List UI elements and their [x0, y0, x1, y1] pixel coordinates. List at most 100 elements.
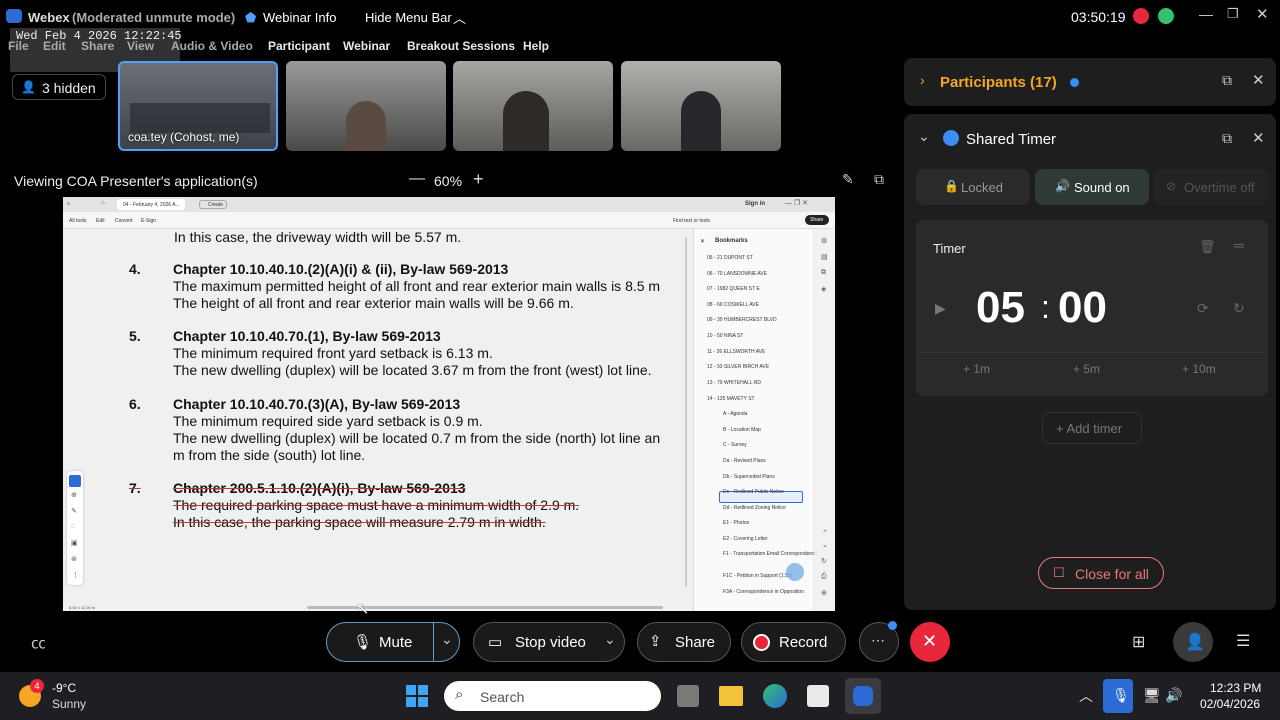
network-stats-icon[interactable] [1158, 8, 1174, 24]
chevron-down-icon[interactable]: ⌄ [604, 631, 616, 648]
sign-in-link[interactable]: Sign in [745, 201, 765, 207]
task-view-icon[interactable] [677, 685, 699, 707]
tool-esign[interactable]: E-Sign [141, 218, 156, 224]
add-5m-button[interactable]: + 5m [1073, 362, 1100, 376]
bookmark-item[interactable]: 06 - 70 LANSDOWNE AVE [707, 271, 767, 277]
restore-icon[interactable]: ❐ [1227, 6, 1239, 22]
pages-icon[interactable]: ⧉ [821, 269, 826, 277]
bookmark-item[interactable]: Dc - Redlined Public Notice [723, 489, 784, 495]
menu-view[interactable]: View [127, 39, 154, 53]
bookmark-item[interactable]: 12 - 93 SILVER BIRCH AVE [707, 364, 769, 370]
bookmark-item[interactable]: C - Survey [723, 442, 747, 448]
minimize-icon[interactable]: — [1199, 6, 1213, 22]
bookmark-item[interactable]: 14 - 135 MAVETY ST [707, 396, 755, 402]
play-icon[interactable]: ▶ [935, 300, 946, 317]
mute-button[interactable]: 🎙 Mute ⌄ [326, 622, 460, 662]
zoom-tool-icon[interactable]: ⊕ [71, 491, 77, 499]
settings-icon[interactable]: ⚙ [821, 237, 827, 245]
file-explorer-icon[interactable] [719, 686, 743, 706]
more-tools-icon[interactable]: ⋮ [72, 571, 79, 579]
bookmark-item[interactable]: E1 - Photos [723, 520, 749, 526]
video-thumbnail-4[interactable] [621, 61, 781, 151]
close-bookmarks-icon[interactable]: ✕ [700, 238, 705, 245]
menu-participant[interactable]: Participant [268, 39, 330, 53]
overtime-toggle[interactable]: ⊘ Overtime off [1154, 169, 1268, 205]
leave-meeting-button[interactable]: ✕ [910, 622, 950, 662]
bookmark-item[interactable]: E2 - Covering Letter [723, 536, 768, 542]
video-thumbnail-2[interactable] [286, 61, 446, 151]
add-timer-button[interactable]: + Add timer [1042, 412, 1142, 444]
bookmark-item[interactable]: B - Location Map [723, 427, 761, 433]
create-button[interactable]: Create [199, 200, 227, 209]
layers-icon[interactable]: ◈ [821, 285, 826, 293]
text-tool-icon[interactable]: ▣ [71, 539, 78, 547]
bookmark-item[interactable]: 07 - 1982 QUEEN ST E [707, 286, 760, 292]
bookmark-item[interactable]: 13 - 79 WHITEHALL RD [707, 380, 761, 386]
page-up-icon[interactable]: ⌃ [822, 529, 828, 537]
rotate-icon[interactable]: ↻ [821, 557, 827, 565]
chevron-down-icon[interactable]: ⌄ [918, 128, 930, 145]
webex-taskbar-item[interactable] [845, 678, 881, 714]
locked-toggle[interactable]: 🔒 Locked [916, 169, 1030, 205]
bookmark-item[interactable]: 09 - 39 HUMBERCREST BLVD [707, 317, 777, 323]
video-thumbnail-self[interactable]: coa.tey (Cohost, me) [118, 61, 278, 151]
windows-start-icon[interactable] [406, 685, 428, 707]
bookmark-item[interactable]: F1 - Transportation Email Correspondence [723, 551, 818, 557]
store-icon[interactable] [807, 685, 829, 707]
network-icon[interactable]: 🖥 [1143, 687, 1161, 704]
panel-list-icon[interactable]: ☰ [1236, 631, 1250, 651]
add-1m-button[interactable]: + 1m [963, 362, 990, 376]
pop-out-icon[interactable]: ⧉ [1222, 72, 1232, 89]
document-tab[interactable]: 04 - February 4, 2026 A... [117, 199, 185, 210]
restart-icon[interactable]: ⟳ [1197, 300, 1209, 317]
assistant-icon[interactable] [786, 563, 804, 581]
print-icon[interactable]: ⎙ [821, 573, 827, 581]
sound-toggle[interactable]: 🔊 Sound on [1035, 169, 1149, 205]
bookmark-item[interactable]: 05 - 21 DUPONT ST [707, 255, 753, 261]
zoom-in-doc-icon[interactable]: ⊕ [821, 589, 827, 597]
cursor-tool-icon[interactable] [69, 475, 81, 487]
microphone-in-use-icon[interactable]: 🎙 [1103, 679, 1133, 713]
menu-help[interactable]: Help [523, 39, 549, 53]
share-doc-button[interactable]: Share [805, 215, 829, 225]
menu-audio-video[interactable]: Audio & Video [171, 39, 253, 53]
hide-menu-bar-button[interactable]: Hide Menu Bar [365, 10, 452, 25]
lasso-tool-icon[interactable]: ◌ [71, 523, 75, 530]
bookmark-item[interactable]: 10 - 50 NINA ST [707, 333, 743, 339]
tool-convert[interactable]: Convert [115, 218, 133, 224]
participants-panel-header[interactable]: › Participants (17) ⧉ ✕ [904, 58, 1276, 106]
apps-icon[interactable]: ⊞ [1132, 632, 1145, 652]
share-button[interactable]: ⇪ Share [637, 622, 731, 662]
menu-icon[interactable]: ≡ [67, 201, 70, 207]
home-icon[interactable]: ⌂ [101, 200, 105, 206]
menu-edit[interactable]: Edit [43, 39, 66, 53]
bookmark-item[interactable]: A - Agenda [723, 411, 747, 417]
chevron-up-icon[interactable]: ︿ [1079, 686, 1093, 706]
stop-video-button[interactable]: ▭ Stop video ⌄ [473, 622, 625, 662]
menu-webinar[interactable]: Webinar [343, 39, 390, 53]
chevron-down-icon[interactable]: ⌄ [441, 631, 453, 648]
menu-share[interactable]: Share [81, 39, 114, 53]
page-down-icon[interactable]: ⌄ [822, 541, 828, 549]
delete-icon[interactable]: 🗑 [1199, 239, 1216, 255]
bookmark-item[interactable]: Db - Superceded Plans [723, 474, 775, 480]
edge-browser-icon[interactable] [763, 684, 787, 708]
close-panel-icon[interactable]: ✕ [1252, 71, 1265, 89]
menu-breakout-sessions[interactable]: Breakout Sessions [407, 39, 515, 53]
bookmark-item[interactable]: Da - Revised Plans [723, 458, 766, 464]
bookmark-item[interactable]: 08 - 69 COSWELL AVE [707, 302, 759, 308]
bookmark-item[interactable]: 11 - 26 ELLSWORTH AVE [707, 349, 765, 355]
participants-toggle-button[interactable]: 👤 [1173, 622, 1213, 662]
reset-icon[interactable]: ↻ [1233, 300, 1245, 317]
drag-handle-icon[interactable]: ═ [1234, 237, 1244, 253]
find-tools-input[interactable]: Find text or tools [673, 218, 710, 224]
record-button[interactable]: Record [741, 622, 846, 662]
annotate-icon[interactable]: ✎ [842, 171, 854, 188]
stamp-tool-icon[interactable]: ⊛ [71, 555, 77, 563]
bookmark-item[interactable]: F1C - Petition in Support (1.50) [723, 573, 792, 579]
close-window-icon[interactable]: ✕ [1256, 5, 1269, 23]
bookmark-panel-icon[interactable]: ▤ [821, 253, 828, 261]
pop-out-share-icon[interactable]: ⧉ [874, 171, 884, 188]
add-10m-button[interactable]: + 10m [1182, 362, 1216, 376]
pen-tool-icon[interactable]: ✎ [71, 507, 77, 515]
